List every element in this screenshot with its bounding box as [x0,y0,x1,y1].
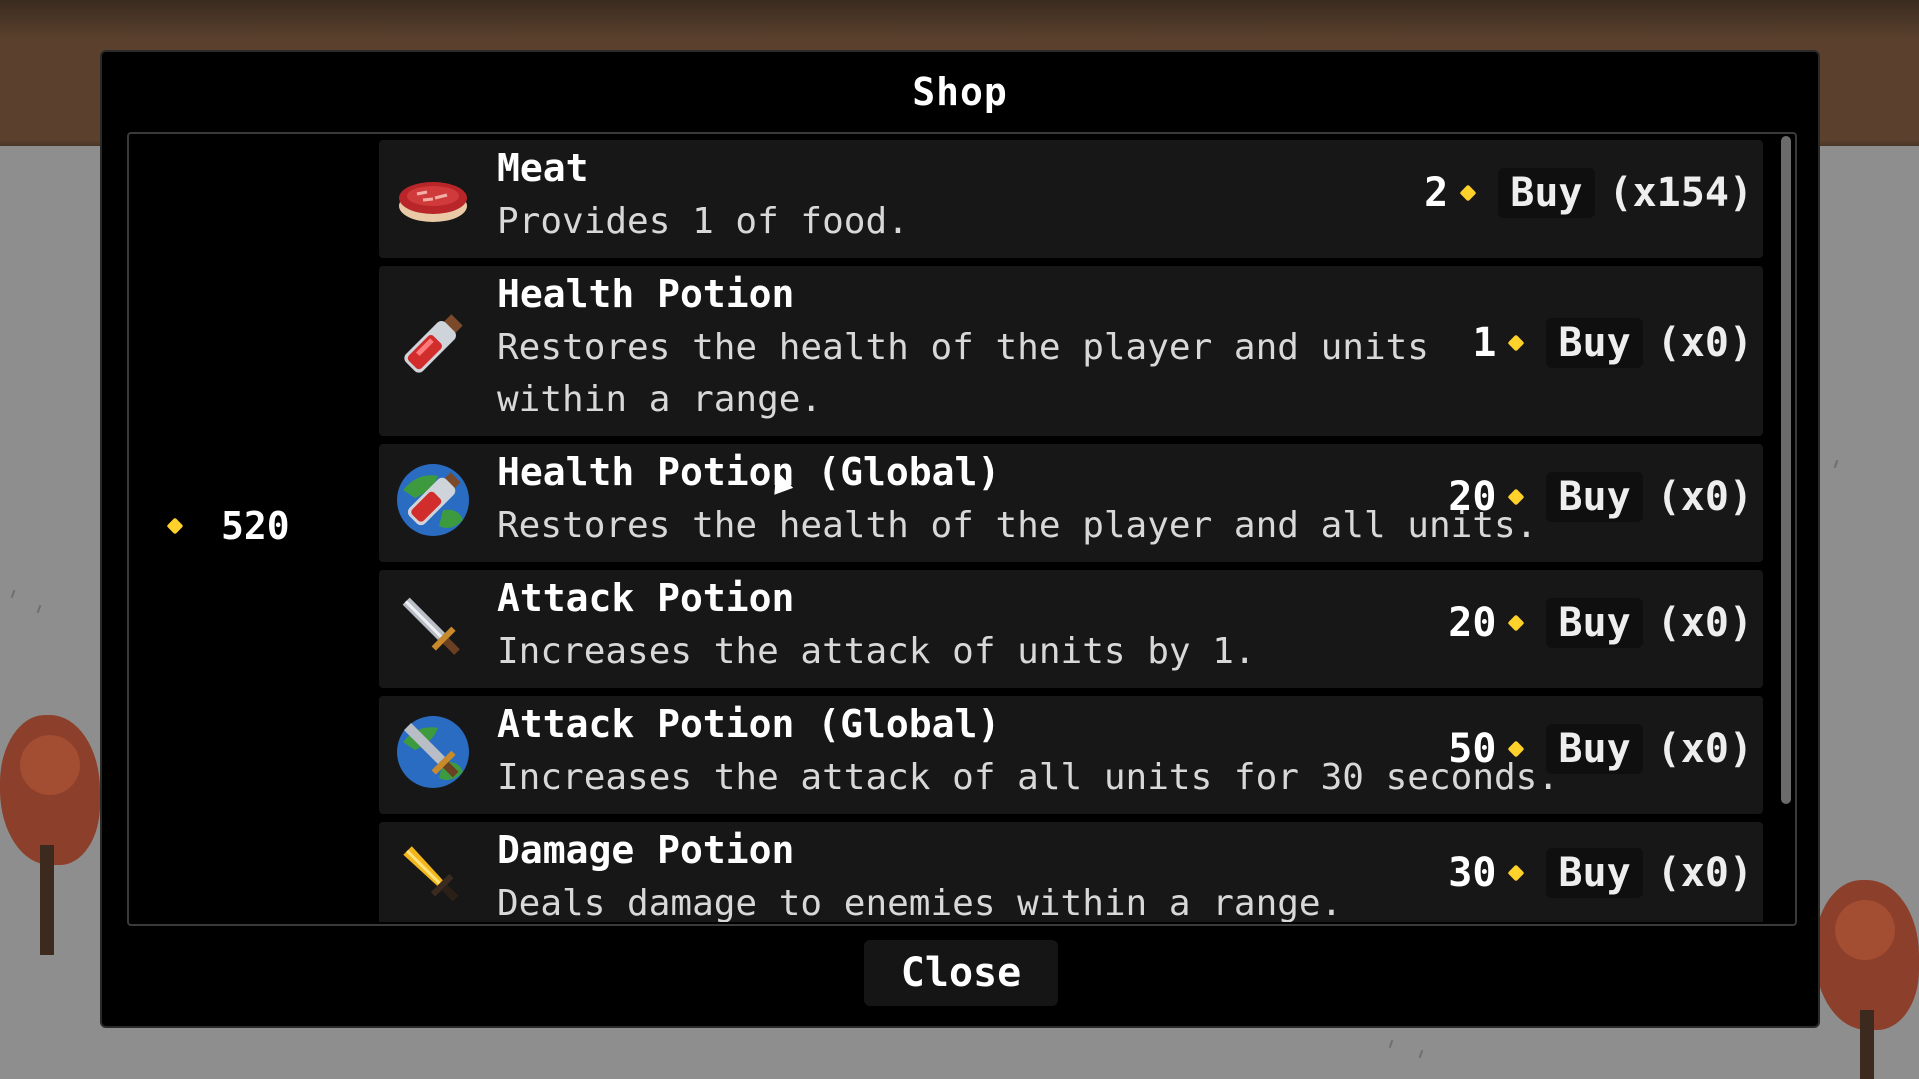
buy-button[interactable]: Buy [1546,598,1643,648]
item-description: Restores the health of the player and al… [497,505,1538,546]
tree-left [0,715,110,955]
owned-count: (x0) [1656,320,1753,366]
gold-balance: 520 [166,504,290,548]
gold-coin-icon [1459,184,1477,202]
buy-button[interactable]: Buy [1546,848,1643,898]
gold-coin-icon [1507,740,1525,758]
item-purchase: 20 Buy (x0) [1448,598,1753,648]
shop-item-attack-potion-global: Attack Potion (Global) Increases the att… [379,696,1763,814]
item-name: Health Potion [497,272,795,316]
item-description: Deals damage to enemies within a range. [497,883,1343,922]
golden-dagger-icon [393,836,473,916]
owned-count: (x154) [1608,170,1754,216]
close-button[interactable]: Close [864,940,1058,1006]
item-price: 20 [1448,474,1497,520]
shop-item-damage-potion: Damage Potion Deals damage to enemies wi… [379,822,1763,922]
gold-coin-icon [1507,614,1525,632]
item-name: Health Potion (Global) [497,450,1001,494]
owned-count: (x0) [1656,600,1753,646]
buy-button[interactable]: Buy [1498,168,1595,218]
buy-button[interactable]: Buy [1546,724,1643,774]
item-name: Meat [497,146,589,190]
item-description: Provides 1 of food. [497,201,909,242]
item-name: Damage Potion [497,828,795,872]
owned-count: (x0) [1656,850,1753,896]
item-price: 50 [1448,726,1497,772]
sword-icon [393,588,473,668]
gold-amount: 520 [221,504,290,548]
global-sword-icon [393,712,473,792]
item-description: Increases the attack of units by 1. [497,631,1256,672]
gold-coin-icon [1507,334,1525,352]
scroll-thumb[interactable] [1781,136,1791,804]
meat-icon [393,158,473,238]
shop-dialog: Shop 520 Meat Provides 1 of food. 2 Buy … [100,50,1820,1028]
gold-coin-icon [166,517,184,535]
item-name: Attack Potion (Global) [497,702,1001,746]
item-purchase: 2 Buy (x154) [1424,168,1753,218]
buy-button[interactable]: Buy [1546,472,1643,522]
global-health-potion-icon [393,460,473,540]
item-purchase: 20 Buy (x0) [1448,472,1753,522]
shop-item-meat: Meat Provides 1 of food. 2 Buy (x154) [379,140,1763,258]
dialog-title: Shop [912,70,1008,114]
owned-count: (x0) [1656,726,1753,772]
item-price: 30 [1448,850,1497,896]
gold-coin-icon [1507,864,1525,882]
item-price: 1 [1472,320,1497,366]
buy-button[interactable]: Buy [1546,318,1643,368]
item-price: 2 [1424,170,1449,216]
tree-right [1805,880,1919,1079]
shop-item-attack-potion: Attack Potion Increases the attack of un… [379,570,1763,688]
owned-count: (x0) [1656,474,1753,520]
item-description: Increases the attack of all units for 30… [497,757,1560,798]
item-purchase: 50 Buy (x0) [1448,724,1753,774]
scrollbar[interactable] [1781,136,1791,922]
item-list[interactable]: Meat Provides 1 of food. 2 Buy (x154) He… [379,140,1763,922]
item-name: Attack Potion [497,576,795,620]
gold-coin-icon [1507,488,1525,506]
item-price: 20 [1448,600,1497,646]
item-purchase: 30 Buy (x0) [1448,848,1753,898]
item-purchase: 1 Buy (x0) [1472,318,1753,368]
shop-panel: 520 Meat Provides 1 of food. 2 Buy (x154… [127,132,1797,926]
shop-item-health-potion-global: Health Potion (Global) Restores the heal… [379,444,1763,562]
item-description: Restores the health of the player and un… [497,327,1429,420]
health-potion-icon [393,304,473,384]
shop-item-health-potion: Health Potion Restores the health of the… [379,266,1763,436]
